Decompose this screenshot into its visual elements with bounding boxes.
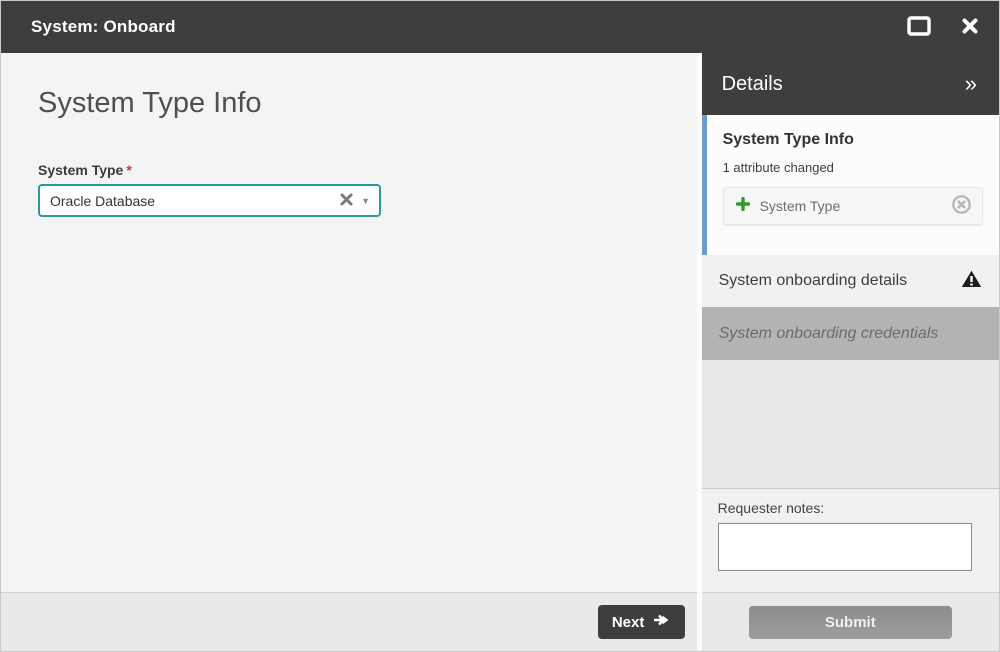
onboard-dialog: System: Onboard System Type Info System … bbox=[0, 0, 1000, 652]
warning-icon bbox=[961, 270, 982, 293]
plus-icon bbox=[736, 197, 750, 216]
chevron-down-icon[interactable]: ▼ bbox=[361, 196, 370, 206]
requester-notes-input[interactable] bbox=[718, 523, 972, 571]
submit-button[interactable]: Submit bbox=[749, 606, 952, 639]
system-type-label: System Type* bbox=[38, 162, 660, 178]
requester-notes-section: Requester notes: bbox=[702, 488, 999, 592]
collapse-sidebar-button[interactable]: » bbox=[963, 73, 979, 95]
close-button[interactable] bbox=[959, 15, 981, 40]
clear-selection-button[interactable] bbox=[336, 193, 357, 209]
changed-attribute-item: System Type bbox=[723, 187, 983, 225]
maximize-icon bbox=[907, 16, 931, 39]
titlebar-buttons bbox=[905, 14, 981, 41]
details-title: Details bbox=[722, 73, 963, 96]
changes-panel: System Type Info 1 attribute changed Sys… bbox=[702, 115, 999, 255]
arrow-right-icon bbox=[654, 613, 670, 631]
next-button[interactable]: Next bbox=[598, 605, 685, 639]
system-type-select[interactable]: Oracle Database ▼ bbox=[38, 184, 381, 217]
main-content: System Type Info System Type* Oracle Dat… bbox=[1, 53, 697, 592]
chevron-double-right-icon: » bbox=[965, 71, 977, 96]
sidebar-footer: Submit bbox=[702, 592, 999, 651]
window-title: System: Onboard bbox=[31, 17, 905, 37]
details-sidebar: Details » System Type Info 1 attribute c… bbox=[702, 53, 999, 651]
step-system-onboarding-credentials[interactable]: System onboarding credentials bbox=[702, 307, 999, 360]
step-label: System onboarding details bbox=[719, 272, 961, 290]
revert-change-button[interactable] bbox=[951, 194, 972, 218]
changes-panel-title: System Type Info bbox=[723, 131, 983, 149]
main-footer: Next bbox=[1, 592, 697, 651]
step-label: System onboarding credentials bbox=[719, 325, 939, 343]
details-header: Details » bbox=[702, 53, 999, 115]
page-title: System Type Info bbox=[38, 87, 660, 120]
required-asterisk: * bbox=[126, 162, 131, 178]
titlebar: System: Onboard bbox=[1, 1, 999, 53]
requester-notes-label: Requester notes: bbox=[718, 500, 983, 516]
circled-x-icon bbox=[951, 194, 972, 218]
system-type-selected-value: Oracle Database bbox=[50, 193, 336, 209]
clear-x-icon bbox=[340, 193, 353, 209]
close-icon bbox=[961, 17, 979, 38]
attributes-changed-count: 1 attribute changed bbox=[723, 160, 983, 175]
sidebar-spacer bbox=[702, 360, 999, 488]
next-button-label: Next bbox=[612, 614, 645, 631]
main-panel: System Type Info System Type* Oracle Dat… bbox=[1, 53, 697, 651]
changed-attribute-label: System Type bbox=[760, 198, 951, 214]
maximize-button[interactable] bbox=[905, 14, 933, 41]
step-system-onboarding-details[interactable]: System onboarding details bbox=[702, 255, 999, 307]
